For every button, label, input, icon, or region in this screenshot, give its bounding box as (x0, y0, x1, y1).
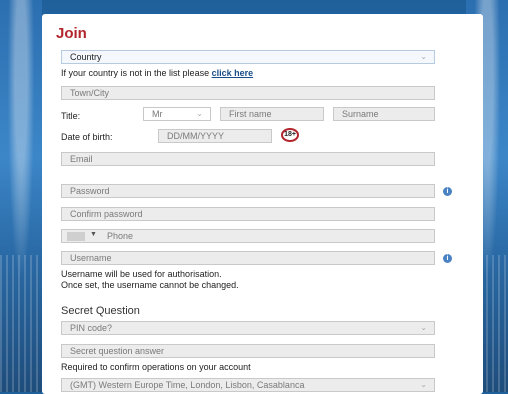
click-here-link[interactable]: click here (212, 68, 254, 78)
chevron-down-icon: ⌄ (420, 52, 427, 61)
email-placeholder: Email (70, 154, 93, 164)
secret-question-select[interactable]: PIN code? ⌄ (61, 321, 435, 335)
secret-note: Required to confirm operations on your a… (61, 362, 251, 372)
secret-question-value: PIN code? (70, 323, 113, 333)
first-name-placeholder: First name (229, 109, 272, 119)
secret-answer-field[interactable]: Secret question answer (61, 344, 435, 358)
info-icon[interactable]: i (443, 187, 452, 196)
country-note-text: If your country is not in the list pleas… (61, 68, 210, 78)
title-label: Title: (61, 111, 81, 121)
chevron-down-icon: ⌄ (420, 380, 427, 389)
confirm-password-placeholder: Confirm password (70, 209, 143, 219)
secret-answer-placeholder: Secret question answer (70, 346, 165, 356)
chevron-down-icon: ⌄ (420, 323, 427, 332)
country-note: If your country is not in the list pleas… (61, 68, 253, 78)
phone-field[interactable]: Phone (61, 229, 435, 243)
password-field[interactable]: Password (61, 184, 435, 198)
dob-placeholder: DD/MM/YYYY (167, 131, 225, 141)
town-placeholder: Town/City (70, 88, 110, 98)
country-select[interactable]: Country ⌄ (61, 50, 435, 64)
country-value: Country (70, 52, 102, 62)
username-placeholder: Username (70, 253, 112, 263)
username-field[interactable]: Username (61, 251, 435, 265)
username-note-1: Username will be used for authorisation. (61, 269, 222, 279)
dob-label: Date of birth: (61, 132, 113, 142)
first-name-field[interactable]: First name (220, 107, 324, 121)
age-18-badge: 18+ (281, 128, 299, 142)
page-title: Join (56, 25, 87, 42)
caret-down-icon[interactable]: ▼ (90, 231, 97, 238)
town-field[interactable]: Town/City (61, 86, 435, 100)
dob-field[interactable]: DD/MM/YYYY (158, 129, 272, 143)
secret-question-heading: Secret Question (61, 305, 140, 317)
country-flag-icon[interactable] (67, 232, 85, 241)
surname-field[interactable]: Surname (333, 107, 435, 121)
info-icon[interactable]: i (443, 254, 452, 263)
email-field[interactable]: Email (61, 152, 435, 166)
chevron-down-icon: ⌄ (196, 109, 203, 118)
timezone-value: (GMT) Western Europe Time, London, Lisbo… (70, 380, 305, 390)
password-placeholder: Password (70, 186, 110, 196)
title-select[interactable]: Mr ⌄ (143, 107, 211, 121)
timezone-select[interactable]: (GMT) Western Europe Time, London, Lisbo… (61, 378, 435, 392)
surname-placeholder: Surname (342, 109, 379, 119)
title-value: Mr (152, 109, 163, 119)
confirm-password-field[interactable]: Confirm password (61, 207, 435, 221)
username-note-2: Once set, the username cannot be changed… (61, 280, 239, 290)
phone-placeholder: Phone (107, 231, 134, 241)
